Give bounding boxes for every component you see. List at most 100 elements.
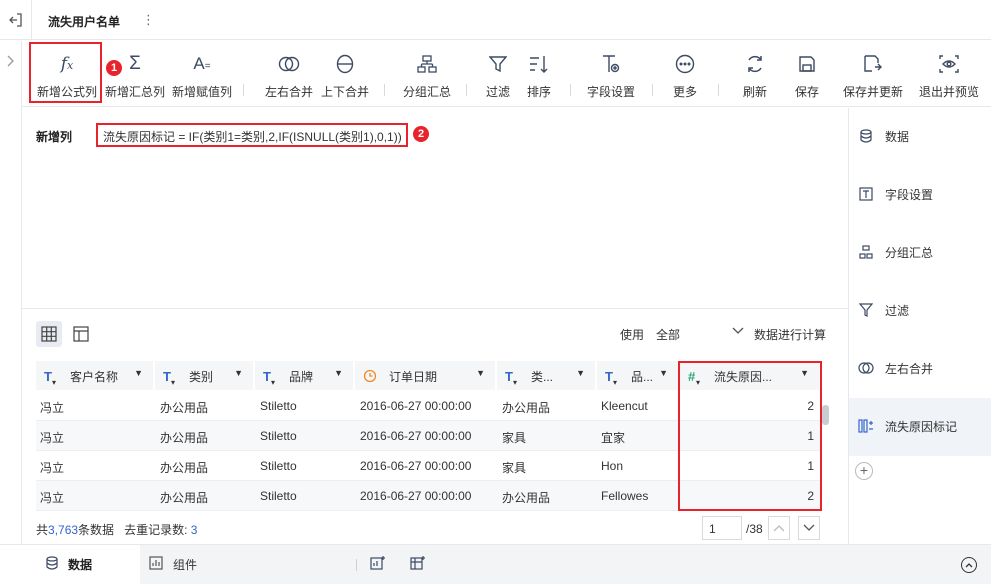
assign-icon: A= — [193, 54, 211, 73]
database-icon — [46, 556, 58, 570]
sort-button[interactable]: 排序 — [520, 41, 558, 107]
step-item-churn-reason-flag[interactable]: 流失原因标记 — [849, 398, 991, 456]
chevron-down-icon — [732, 327, 744, 335]
database-icon — [858, 128, 874, 144]
chevron-right-icon[interactable] — [5, 55, 15, 67]
tab-data[interactable]: 数据 — [0, 545, 140, 585]
vertical-scrollbar[interactable] — [822, 405, 829, 425]
title-bar: 流失用户名单 ⋮ — [0, 0, 991, 40]
column-header[interactable]: T ▾ 类别 ▼ — [155, 361, 254, 390]
toolbar-divider — [466, 84, 467, 96]
field-settings-icon — [858, 186, 874, 202]
step-panel: 数据 字段设置 分组汇总 过滤 左右合并 流失原因标记 + — [848, 108, 991, 544]
total-count: 3,763 — [48, 523, 79, 537]
step-item-filter[interactable]: 过滤 — [849, 282, 991, 340]
column-header[interactable]: T ▾ 客户名称 ▼ — [36, 361, 154, 390]
prev-page-icon[interactable] — [768, 516, 790, 540]
text-type-icon: T ▾ — [263, 369, 276, 387]
step-item-join-left-right[interactable]: 左右合并 — [849, 340, 991, 398]
text-type-icon: T ▾ — [44, 369, 57, 387]
toolbar-divider — [718, 84, 719, 96]
refresh-button[interactable]: 刷新 — [736, 41, 774, 107]
filter-icon — [486, 52, 510, 76]
more-vertical-icon[interactable]: ⋮ — [142, 12, 155, 28]
exit-and-preview-button[interactable]: 退出并预览 — [916, 41, 982, 107]
calc-scope-value: 全部 — [656, 328, 681, 342]
sort-icon — [527, 52, 551, 76]
caret-down-icon[interactable]: ▼ — [659, 368, 668, 378]
caret-down-icon[interactable]: ▼ — [476, 368, 485, 378]
save-icon — [795, 52, 819, 76]
column-header[interactable]: T ▾ 类... ▼ — [497, 361, 596, 390]
dedupe-count: 3 — [190, 523, 198, 537]
calc-suffix: 数据进行计算 — [754, 328, 827, 342]
step-item-group-summary[interactable]: 分组汇总 — [849, 224, 991, 282]
column-header[interactable]: T ▾ 品牌 ▼ — [255, 361, 354, 390]
text-type-icon: T ▾ — [505, 369, 518, 387]
formula-label: 新增列 — [36, 130, 73, 144]
more-icon — [673, 52, 697, 76]
toolbar: fx 新增公式列 Σ 新增汇总列 A= 新增赋值列 左右合并 上下合并 分组汇总… — [22, 41, 991, 107]
caret-down-icon[interactable]: ▼ — [576, 368, 585, 378]
join-lr-icon — [858, 360, 874, 376]
step-badge-2: 2 — [413, 126, 429, 142]
calc-scope-select[interactable]: 全部 — [652, 320, 750, 346]
column-header[interactable]: 订单日期 ▼ — [355, 361, 496, 390]
dedupe-label: 去重记录数: — [124, 523, 188, 537]
toolbar-divider — [652, 84, 653, 96]
date-type-icon — [363, 369, 377, 383]
join-up-down-button[interactable]: 上下合并 — [314, 41, 376, 107]
formula-button-highlight — [29, 42, 102, 103]
sigma-icon: Σ — [129, 53, 141, 74]
chevron-up-icon[interactable] — [961, 557, 977, 573]
join-ud-icon — [333, 52, 357, 76]
bottom-divider — [356, 559, 357, 571]
toolbar-divider — [243, 84, 244, 96]
add-chart-icon[interactable] — [370, 555, 386, 571]
new-column-highlight — [678, 361, 822, 511]
save-and-update-button[interactable]: 保存并更新 — [840, 41, 906, 107]
page-total: /38 — [746, 522, 763, 536]
tab-component[interactable]: 组件 — [140, 545, 360, 585]
chart-icon — [149, 556, 163, 570]
page-number-input[interactable]: 1 — [702, 516, 742, 540]
next-page-icon[interactable] — [798, 516, 820, 540]
group-summary-button[interactable]: 分组汇总 — [396, 41, 458, 107]
join-left-right-button[interactable]: 左右合并 — [258, 41, 320, 107]
add-step-icon[interactable]: + — [855, 462, 873, 480]
caret-down-icon[interactable]: ▼ — [134, 368, 143, 378]
page-title: 流失用户名单 — [48, 15, 121, 29]
calc-prefix: 使用 — [620, 328, 645, 342]
step-item-data[interactable]: 数据 — [849, 108, 991, 166]
add-table-icon[interactable] — [410, 555, 426, 571]
formula-column-icon — [858, 418, 874, 434]
add-assign-column-button[interactable]: A= 新增赋值列 — [169, 41, 235, 107]
record-count: 共3,763条数据 去重记录数: 3 — [36, 523, 198, 537]
caret-down-icon[interactable]: ▼ — [234, 368, 243, 378]
left-collapse-strip — [0, 41, 22, 544]
filter-button[interactable]: 过滤 — [478, 41, 518, 107]
exit-icon[interactable] — [0, 0, 32, 40]
preview-icon — [937, 52, 961, 76]
formula-expression[interactable]: 流失原因标记 = IF(类别1=类别,2,IF(ISNULL(类别1),0,1)… — [96, 123, 408, 147]
caret-down-icon[interactable]: ▼ — [334, 368, 343, 378]
toolbar-divider — [570, 84, 571, 96]
text-type-icon: T ▾ — [163, 369, 176, 387]
bottom-bar: 数据 组件 — [0, 544, 991, 585]
toolbar-divider — [384, 84, 385, 96]
group-icon — [415, 52, 439, 76]
filter-icon — [858, 302, 874, 318]
column-header[interactable]: T ▾ 品... ▼ — [597, 361, 679, 390]
join-lr-icon — [277, 52, 301, 76]
step-badge-1: 1 — [106, 60, 122, 76]
field-settings-icon — [599, 52, 623, 76]
step-item-field-settings[interactable]: 字段设置 — [849, 166, 991, 224]
save-update-icon — [861, 52, 885, 76]
field-settings-button[interactable]: 字段设置 — [580, 41, 642, 107]
refresh-icon — [743, 52, 767, 76]
more-button[interactable]: 更多 — [666, 41, 704, 107]
group-icon — [858, 244, 874, 260]
layout-view-icon[interactable] — [68, 321, 94, 347]
table-view-icon[interactable] — [36, 321, 62, 347]
save-button[interactable]: 保存 — [788, 41, 826, 107]
